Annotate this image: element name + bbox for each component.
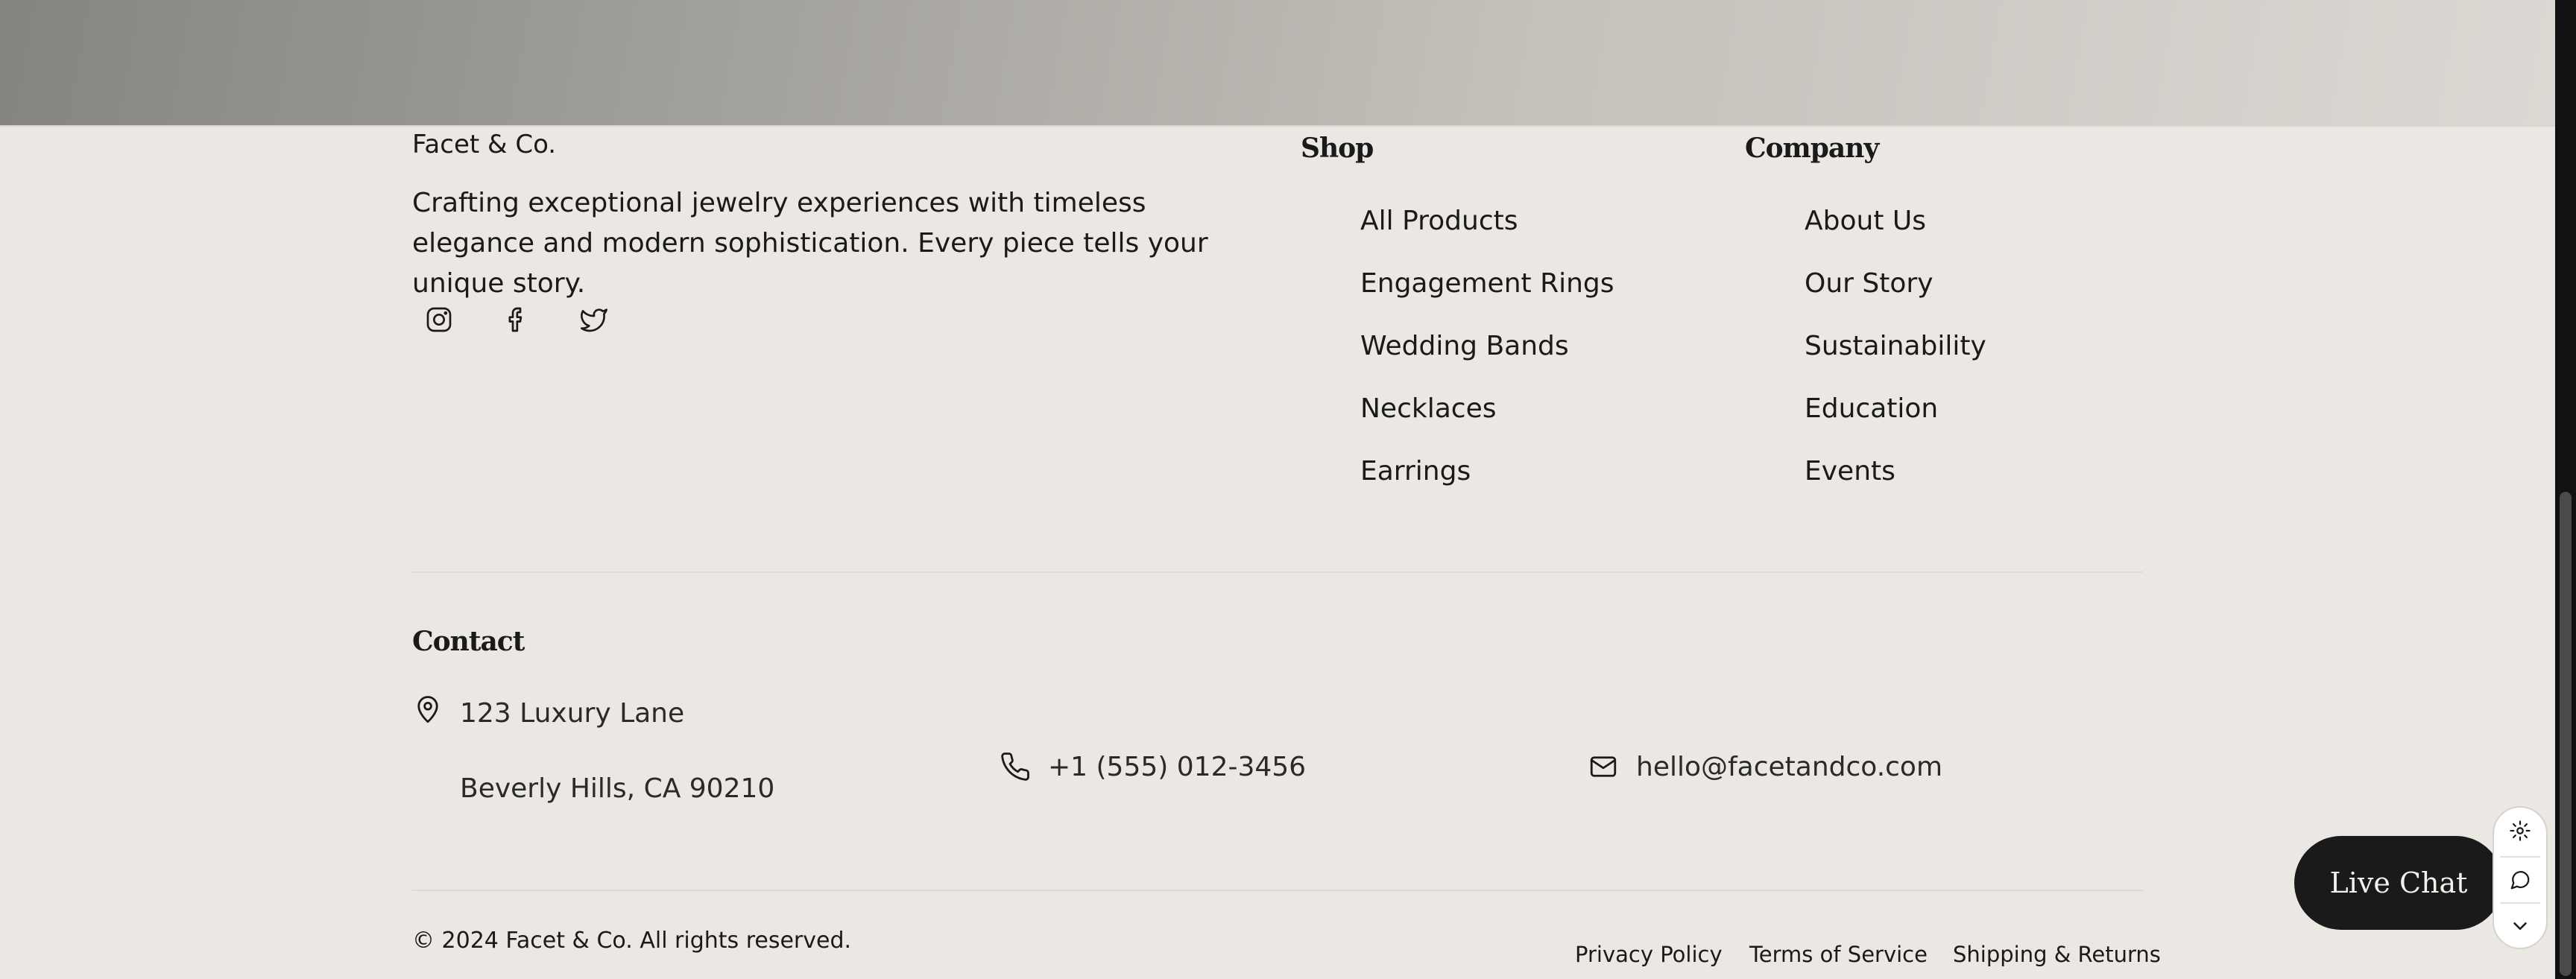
instagram-icon	[426, 307, 452, 332]
shop-heading: Shop	[1301, 133, 1374, 164]
copyright-text: © 2024 Facet & Co. All rights reserved.	[412, 928, 852, 954]
collapse-button[interactable]	[2494, 903, 2546, 949]
company-link-about-us[interactable]: About Us	[1805, 201, 1986, 264]
chevron-down-icon	[2513, 922, 2527, 930]
settings-button[interactable]	[2494, 808, 2546, 854]
contact-heading: Contact	[412, 626, 525, 657]
twitter-icon	[581, 308, 607, 332]
scrollbar-thumb[interactable]	[2560, 492, 2572, 976]
live-chat-button[interactable]: Live Chat	[2294, 836, 2503, 930]
shop-link-earrings[interactable]: Earrings	[1360, 452, 1614, 514]
live-chat-label: Live Chat	[2329, 866, 2468, 899]
bottom-divider	[412, 890, 2143, 891]
gear-icon	[2510, 820, 2531, 841]
email-address[interactable]: hello@facetandco.com	[1636, 750, 1942, 785]
footer-divider	[412, 571, 2143, 573]
brand-name: Facet & Co.	[412, 130, 557, 159]
shop-link-necklaces[interactable]: Necklaces	[1360, 389, 1614, 452]
location-pin-icon	[412, 694, 443, 726]
twitter-link[interactable]	[575, 301, 613, 338]
shipping-returns-link[interactable]: Shipping & Returns	[1953, 940, 2161, 969]
company-link-education[interactable]: Education	[1805, 389, 1986, 452]
company-links: About Us Our Story Sustainability Educat…	[1805, 201, 1986, 514]
company-link-our-story[interactable]: Our Story	[1805, 264, 1986, 326]
shop-link-all-products[interactable]: All Products	[1360, 201, 1614, 264]
address-line-2: Beverly Hills, CA 90210	[460, 773, 775, 804]
floating-toolbar	[2493, 806, 2548, 949]
shop-links: All Products Engagement Rings Wedding Ba…	[1360, 201, 1614, 514]
phone-icon	[1000, 751, 1031, 782]
shop-link-engagement-rings[interactable]: Engagement Rings	[1360, 264, 1614, 326]
mail-icon	[1588, 751, 1619, 782]
shop-link-wedding-bands[interactable]: Wedding Bands	[1360, 326, 1614, 389]
brand-tagline: Crafting exceptional jewelry experiences…	[412, 188, 1208, 299]
terms-of-service-link[interactable]: Terms of Service	[1749, 940, 1928, 969]
facebook-icon	[508, 307, 523, 332]
privacy-policy-link[interactable]: Privacy Policy	[1575, 940, 1723, 969]
company-heading: Company	[1745, 133, 1879, 164]
facebook-link[interactable]	[498, 301, 535, 338]
company-link-events[interactable]: Events	[1805, 452, 1986, 514]
chat-bubble-icon	[2510, 871, 2530, 890]
page-scrollbar[interactable]	[2555, 0, 2576, 979]
instagram-link[interactable]	[420, 301, 458, 338]
chat-toolbar-button[interactable]	[2494, 857, 2546, 903]
hero-image-bottom	[0, 0, 2555, 127]
phone-number[interactable]: +1 (555) 012-3456	[1048, 750, 1306, 785]
address-line-1: 123 Luxury Lane	[460, 698, 685, 729]
company-link-sustainability[interactable]: Sustainability	[1805, 326, 1986, 389]
